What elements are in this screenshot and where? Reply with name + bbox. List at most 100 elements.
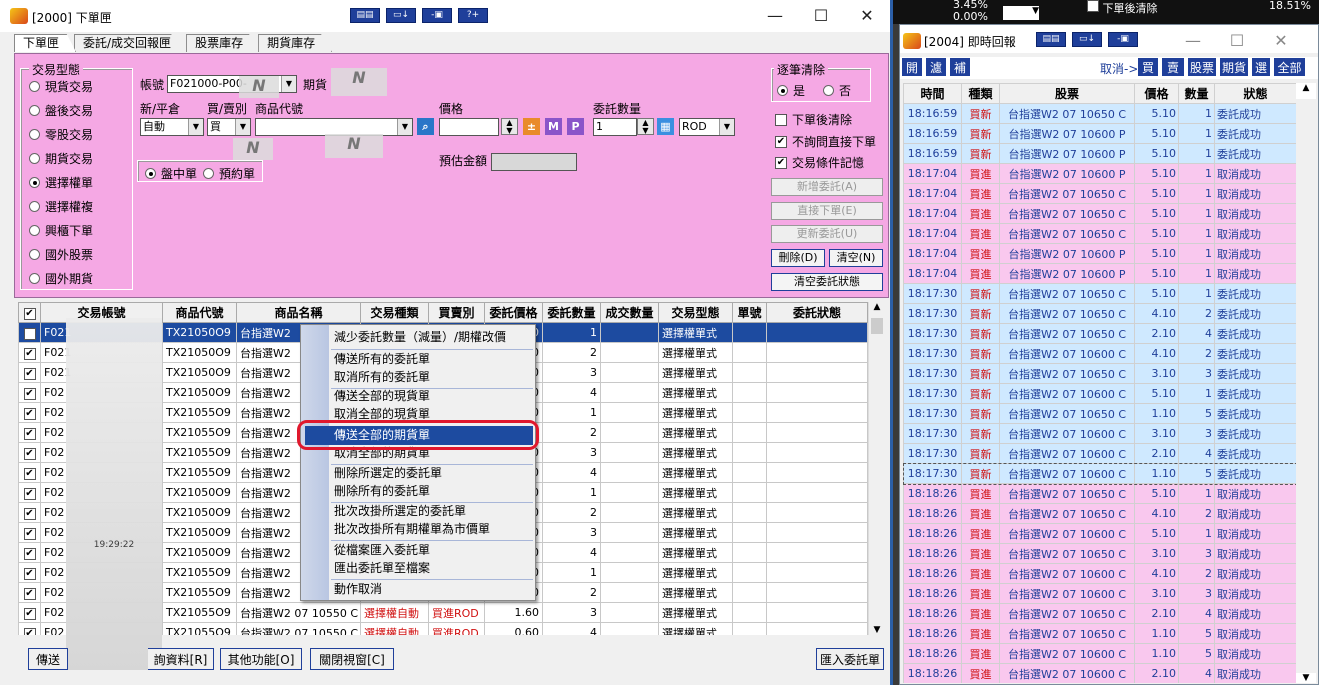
calculator-icon[interactable]: ▦ (657, 118, 674, 135)
tab-futures-inventory[interactable]: 期貨庫存 (258, 34, 333, 52)
row-checkbox[interactable]: ✔ (18, 482, 41, 503)
layout-1-icon[interactable]: ▤▤ (1036, 32, 1066, 47)
list-item[interactable]: 18:17:04 買進 台指選W2 07 10600 P 5.10 1 取消成功 (903, 263, 1296, 284)
col-price[interactable]: 委託價格 (484, 302, 543, 323)
maximize-icon[interactable]: ☐ (1216, 29, 1258, 53)
select-all-checkbox[interactable]: ✔ (18, 302, 41, 323)
query-data-button[interactable]: 詢資料[R] (148, 648, 214, 670)
list-item[interactable]: 18:18:26 買進 台指選W2 07 10650 C 5.10 1 取消成功 (903, 483, 1296, 504)
radio-futures[interactable]: 期貨交易 (29, 150, 93, 167)
list-item[interactable]: 18:17:30 買新 台指選W2 07 10600 C 2.10 4 委託成功 (903, 443, 1296, 464)
radio-after-hours[interactable]: 盤後交易 (29, 102, 93, 119)
list-item[interactable]: 18:17:04 買進 台指選W2 07 10650 C 5.10 1 取消成功 (903, 203, 1296, 224)
layout-1-icon[interactable]: ▤▤ (350, 8, 380, 23)
minimize-icon[interactable]: — (752, 4, 798, 28)
col-qty[interactable]: 數量 (1178, 83, 1215, 104)
chk-no-confirm[interactable]: ✔ 不詢問直接下單 (775, 133, 876, 150)
col-status[interactable]: 狀態 (1214, 83, 1296, 104)
rod-select[interactable]: ROD ▼ (679, 118, 735, 136)
list-item[interactable]: 18:17:30 買新 台指選W2 07 10650 C 3.10 3 委託成功 (903, 363, 1296, 384)
list-item[interactable]: 18:18:26 買進 台指選W2 07 10600 C 2.10 4 取消成功 (903, 663, 1296, 683)
menu-item-cancel-action[interactable]: 動作取消 (334, 580, 532, 599)
row-checkbox[interactable]: ✔ (18, 402, 41, 423)
row-checkbox[interactable]: ✔ (18, 442, 41, 463)
list-item[interactable]: 18:18:26 買進 台指選W2 07 10650 C 3.10 3 取消成功 (903, 543, 1296, 564)
radio-reserve[interactable]: 預約單 (203, 165, 255, 182)
radio-emerging[interactable]: 興櫃下單 (29, 222, 93, 239)
filter-open-button[interactable]: 開 (901, 57, 923, 77)
row-checkbox[interactable]: ✔ (18, 422, 41, 443)
row-checkbox[interactable]: ✔ (18, 602, 41, 623)
option-filter-button[interactable]: 選 (1251, 57, 1271, 77)
row-checkbox[interactable]: ✔ (18, 382, 41, 403)
menu-item-batch-modify-selected[interactable]: 批次改掛所選定的委託單 (334, 502, 532, 521)
radio-spot[interactable]: 現貨交易 (29, 78, 93, 95)
price-spinner[interactable]: ▲ ▼ (501, 118, 518, 135)
filter-button[interactable]: 濾 (925, 57, 947, 77)
layout-2-icon[interactable]: ▭↓ (1072, 32, 1102, 47)
col-code[interactable]: 商品代號 (162, 302, 237, 323)
col-time[interactable]: 時間 (903, 83, 962, 104)
col-name[interactable]: 商品名稱 (236, 302, 361, 323)
row-checkbox[interactable]: ✔ (18, 342, 41, 363)
list-item[interactable]: 18:17:30 買新 台指選W2 07 10650 C 2.10 4 委託成功 (903, 323, 1296, 344)
market-price-button[interactable]: M (545, 118, 562, 135)
import-orders-button[interactable]: 匯入委託單 (816, 648, 884, 670)
close-icon[interactable]: ✕ (1260, 29, 1302, 53)
list-item[interactable]: 18:18:26 買進 台指選W2 07 10650 C 1.10 5 取消成功 (903, 623, 1296, 644)
menu-item-send-all-spot[interactable]: 傳送全部的現貨單 (334, 387, 532, 406)
maximize-icon[interactable]: ☐ (798, 4, 844, 28)
list-item[interactable]: 18:17:30 買新 台指選W2 07 10600 C 5.10 1 委託成功 (903, 383, 1296, 404)
layout-3-icon[interactable]: -▣ (1108, 32, 1138, 47)
list-item[interactable]: 18:16:59 買新 台指選W2 07 10650 C 5.10 1 委託成功 (903, 103, 1296, 124)
qty-input[interactable]: 1 (593, 118, 637, 136)
report-grid-scrollbar[interactable]: ▲ ▼ (1296, 83, 1316, 683)
row-checkbox[interactable]: ✔ (18, 502, 41, 523)
list-item[interactable]: 18:16:59 買新 台指選W2 07 10600 P 5.10 1 委託成功 (903, 123, 1296, 144)
layout-3-icon[interactable]: -▣ (422, 8, 452, 23)
row-checkbox[interactable]: ✔ (18, 622, 41, 635)
qty-spinner[interactable]: ▲ ▼ (637, 118, 654, 135)
col-form[interactable]: 交易型態 (658, 302, 733, 323)
list-item[interactable]: 18:18:26 買進 台指選W2 07 10600 C 5.10 1 取消成功 (903, 523, 1296, 544)
col-qty[interactable]: 委託數量 (542, 302, 601, 323)
tab-stock-inventory[interactable]: 股票庫存 (186, 34, 261, 52)
add-order-button[interactable]: 新增委託(A) (771, 178, 883, 196)
menu-item-reduce-qty[interactable]: 減少委託數量（減量）/期權改價 (334, 328, 532, 347)
update-order-button[interactable]: 更新委託(U) (771, 225, 883, 243)
list-item[interactable]: 18:17:04 買進 台指選W2 07 10650 C 5.10 1 取消成功 (903, 183, 1296, 204)
col-price[interactable]: 價格 (1134, 83, 1179, 104)
all-filter-button[interactable]: 全部 (1273, 57, 1306, 77)
radio-option-single[interactable]: 選擇權單 (29, 174, 93, 191)
list-item[interactable]: 18:17:30 買新 台指選W2 07 10600 C 1.10 5 委託成功 (903, 462, 1296, 485)
menu-item-send-all[interactable]: 傳送所有的委託單 (334, 350, 532, 369)
radio-odd-lot[interactable]: 零股交易 (29, 126, 93, 143)
list-item[interactable]: 18:17:30 買新 台指選W2 07 10600 C 3.10 3 委託成功 (903, 423, 1296, 444)
clear-button[interactable]: 清空(N) (829, 249, 883, 267)
row-checkbox[interactable]: ✔ (18, 522, 41, 543)
clear-status-button[interactable]: 清空委託狀態 (771, 273, 883, 291)
list-item[interactable]: 18:17:04 買進 台指選W2 07 10650 C 5.10 1 取消成功 (903, 223, 1296, 244)
row-checkbox[interactable]: ✔ (18, 582, 41, 603)
row-checkbox[interactable]: ✔ (18, 462, 41, 483)
other-functions-button[interactable]: 其他功能[O] (220, 648, 302, 670)
radio-option-complex[interactable]: 選擇權複 (29, 198, 93, 215)
order-grid-scrollbar[interactable]: ▲ ▼ (868, 302, 885, 635)
row-checkbox[interactable]: ✔ (18, 542, 41, 563)
col-order-no[interactable]: 單號 (732, 302, 767, 323)
menu-item-delete-all[interactable]: 刪除所有的委託單 (334, 482, 532, 501)
bg-dropdown[interactable]: ▼ (1003, 6, 1039, 20)
sell-filter-button[interactable]: 賣 (1161, 57, 1185, 77)
price-input[interactable] (439, 118, 499, 136)
chk-clear-after-order[interactable]: 下單後清除 (775, 111, 852, 128)
list-item[interactable]: 18:17:30 買新 台指選W2 07 10600 C 4.10 2 委託成功 (903, 343, 1296, 364)
col-buysell[interactable]: 買賣別 (428, 302, 485, 323)
row-checkbox[interactable]: ✔ (18, 562, 41, 583)
delete-button[interactable]: 刪除(D) (771, 249, 825, 267)
list-item[interactable]: 18:18:26 買進 台指選W2 07 10650 C 2.10 4 取消成功 (903, 603, 1296, 624)
list-item[interactable]: 18:17:30 買新 台指選W2 07 10650 C 4.10 2 委託成功 (903, 303, 1296, 324)
menu-item-import-file[interactable]: 從檔案匯入委託單 (334, 541, 532, 560)
list-item[interactable]: 18:17:30 買新 台指選W2 07 10650 C 1.10 5 委託成功 (903, 403, 1296, 424)
col-kind[interactable]: 種類 (961, 83, 1000, 104)
col-status[interactable]: 委託狀態 (766, 302, 868, 323)
